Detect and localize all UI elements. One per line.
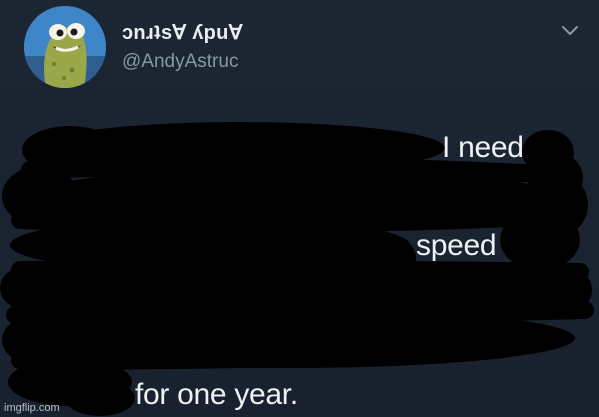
tweet-text-fragment-2: speed — [416, 229, 497, 262]
redaction-overlay — [0, 122, 594, 416]
tweet-text-fragment-3: for one year. — [135, 378, 298, 411]
tweet-card: ɔnɹʇs∀ ʎpu∀ @AndyAstruc I need speed for… — [0, 0, 599, 417]
imgflip-watermark: imgflip.com — [4, 402, 60, 414]
tweet-text-fragment-1: I need — [442, 131, 524, 164]
